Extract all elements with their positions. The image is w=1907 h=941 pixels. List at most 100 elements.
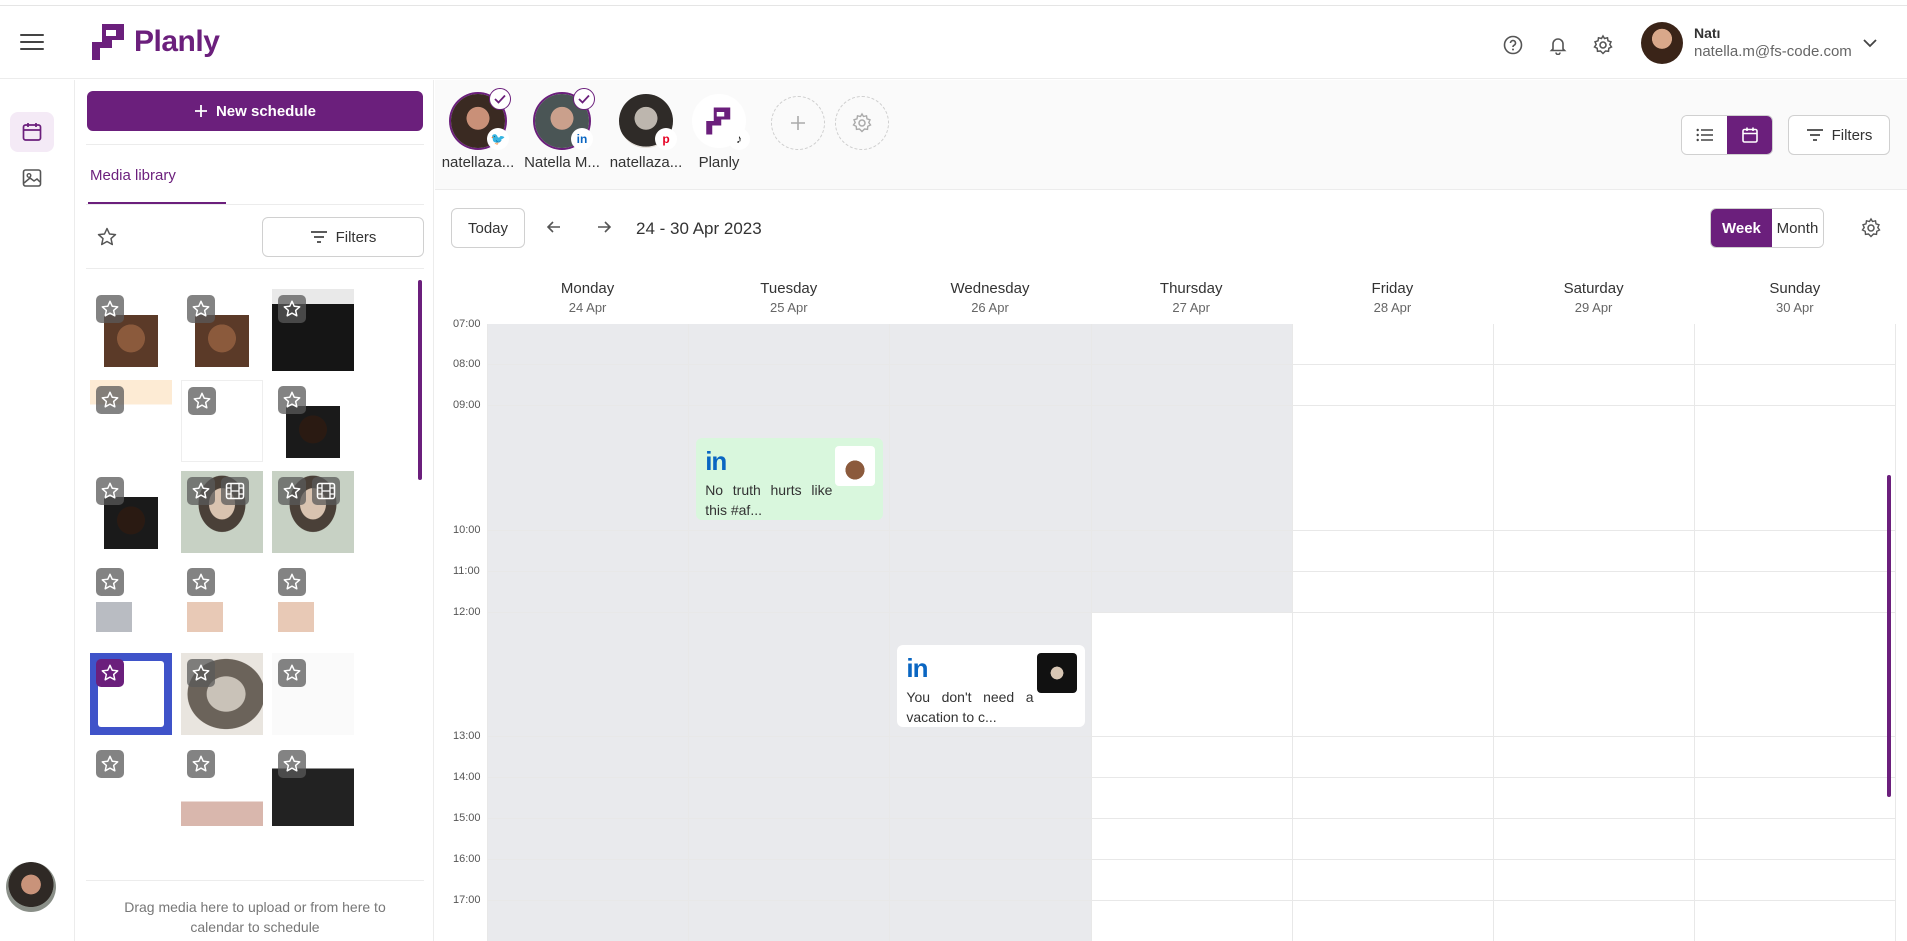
notifications-icon[interactable] xyxy=(1547,34,1569,56)
account-item[interactable]: 🐦 natellaza... xyxy=(438,88,518,171)
favorite-star-icon[interactable] xyxy=(187,295,215,323)
media-thumbnail[interactable] xyxy=(90,380,172,462)
menu-icon[interactable] xyxy=(20,34,44,52)
panel-scrollbar[interactable] xyxy=(418,280,422,480)
media-thumbnail[interactable] xyxy=(90,744,172,826)
favorite-star-icon[interactable] xyxy=(187,750,215,778)
media-thumbnail[interactable] xyxy=(90,653,172,735)
day-date: 24 Apr xyxy=(568,300,607,315)
month-button[interactable]: Month xyxy=(1771,209,1823,247)
media-filters-button[interactable]: Filters xyxy=(262,217,424,257)
day-column-divider xyxy=(1895,324,1897,941)
media-thumbnail[interactable] xyxy=(181,471,263,553)
favorite-star-icon[interactable] xyxy=(96,568,124,596)
favorite-star-icon[interactable] xyxy=(278,750,306,778)
settings-gear-icon[interactable] xyxy=(1592,34,1614,56)
media-thumbnail[interactable] xyxy=(272,744,354,826)
favorite-star-icon[interactable] xyxy=(278,295,306,323)
thumbnail-photo xyxy=(278,602,314,632)
day-name: Tuesday xyxy=(760,280,818,297)
day-name: Friday xyxy=(1371,280,1414,297)
day-name: Sunday xyxy=(1769,280,1821,297)
calendar-filters-label: Filters xyxy=(1831,126,1873,144)
calendar-filters-button[interactable]: Filters xyxy=(1788,115,1890,155)
favorite-star-icon[interactable] xyxy=(187,477,215,505)
scheduled-post-card[interactable]: in You don't need a vacation to c... xyxy=(897,645,1085,727)
media-thumbnail[interactable] xyxy=(181,289,263,371)
today-button[interactable]: Today xyxy=(451,208,525,248)
account-item[interactable]: ♪ Planly xyxy=(679,94,759,171)
hour-line xyxy=(487,859,1896,860)
check-icon xyxy=(573,88,595,110)
tab-media-library[interactable]: Media library xyxy=(90,167,176,184)
day-header: Saturday 29 Apr xyxy=(1493,280,1694,315)
calendar-scrollbar[interactable] xyxy=(1887,475,1891,797)
media-thumbnail[interactable] xyxy=(181,744,263,826)
account-avatar[interactable] xyxy=(6,862,56,912)
favorite-star-icon[interactable] xyxy=(187,568,215,596)
hour-line xyxy=(487,364,1896,365)
scheduled-post-card[interactable]: in No truth hurts like this #af... xyxy=(696,438,884,520)
calendar-view-button[interactable] xyxy=(1727,116,1772,154)
media-thumbnail[interactable] xyxy=(90,562,172,644)
arrow-right-icon[interactable] xyxy=(595,218,613,239)
media-thumbnail[interactable] xyxy=(181,380,263,462)
app-logo[interactable]: Planly xyxy=(90,22,220,62)
media-thumbnail[interactable] xyxy=(272,289,354,371)
favorite-star-icon[interactable] xyxy=(96,295,124,323)
calendar-nav-icon[interactable] xyxy=(10,112,54,152)
hour-line xyxy=(487,900,1896,901)
favorite-star-icon[interactable] xyxy=(96,386,124,414)
media-thumbnail[interactable] xyxy=(90,471,172,553)
favorite-star-icon[interactable] xyxy=(278,386,306,414)
day-name: Monday xyxy=(560,280,615,297)
app-name: Planly xyxy=(134,25,220,58)
day-date: 26 Apr xyxy=(971,300,1009,315)
new-schedule-button[interactable]: New schedule xyxy=(87,91,423,131)
favorites-star-icon[interactable] xyxy=(96,226,118,251)
favorite-star-icon[interactable] xyxy=(96,659,124,687)
top-bar: Planly Natı natella.m@fs-code.com xyxy=(0,5,1907,79)
list-view-button[interactable] xyxy=(1682,116,1727,154)
divider xyxy=(86,268,424,269)
thumbnail-photo xyxy=(96,602,132,632)
planly-logo-icon xyxy=(90,22,128,62)
account-name: natellaza... xyxy=(609,154,683,171)
gear-icon xyxy=(852,112,872,133)
calendar-settings-icon[interactable] xyxy=(1860,217,1882,242)
help-icon[interactable] xyxy=(1502,34,1524,56)
favorite-star-icon[interactable] xyxy=(188,387,216,415)
time-label: 10:00 xyxy=(453,524,481,536)
past-day-background xyxy=(1090,324,1292,613)
arrow-left-icon[interactable] xyxy=(545,218,563,239)
week-button[interactable]: Week xyxy=(1711,209,1772,247)
chevron-down-icon[interactable] xyxy=(1862,36,1878,52)
media-thumbnail[interactable] xyxy=(181,653,263,735)
video-icon xyxy=(221,477,249,505)
post-text: No truth hurts like this #af... xyxy=(705,482,833,518)
media-nav-icon[interactable] xyxy=(10,158,54,198)
favorite-star-icon[interactable] xyxy=(278,477,306,505)
time-label: 09:00 xyxy=(453,399,481,411)
favorite-star-icon[interactable] xyxy=(187,659,215,687)
media-thumbnail[interactable] xyxy=(272,562,354,644)
media-thumbnail[interactable] xyxy=(181,562,263,644)
media-thumbnail[interactable] xyxy=(272,380,354,462)
favorite-star-icon[interactable] xyxy=(96,477,124,505)
account-item[interactable]: in Natella M... xyxy=(522,88,602,171)
add-account-button[interactable] xyxy=(771,96,825,150)
account-avatar: in xyxy=(535,88,595,150)
favorite-star-icon[interactable] xyxy=(96,750,124,778)
media-thumbnail[interactable] xyxy=(90,289,172,371)
user-avatar[interactable] xyxy=(1641,22,1683,64)
favorite-star-icon[interactable] xyxy=(278,568,306,596)
media-thumbnail[interactable] xyxy=(272,653,354,735)
media-thumbnail[interactable] xyxy=(272,471,354,553)
account-item[interactable]: p natellaza... xyxy=(606,94,686,171)
day-date: 30 Apr xyxy=(1775,300,1814,315)
favorite-star-icon[interactable] xyxy=(278,659,306,687)
time-label: 12:00 xyxy=(453,606,481,618)
account-name: Planly xyxy=(698,154,740,171)
account-settings-button[interactable] xyxy=(835,96,889,150)
day-date: 28 Apr xyxy=(1373,300,1412,315)
